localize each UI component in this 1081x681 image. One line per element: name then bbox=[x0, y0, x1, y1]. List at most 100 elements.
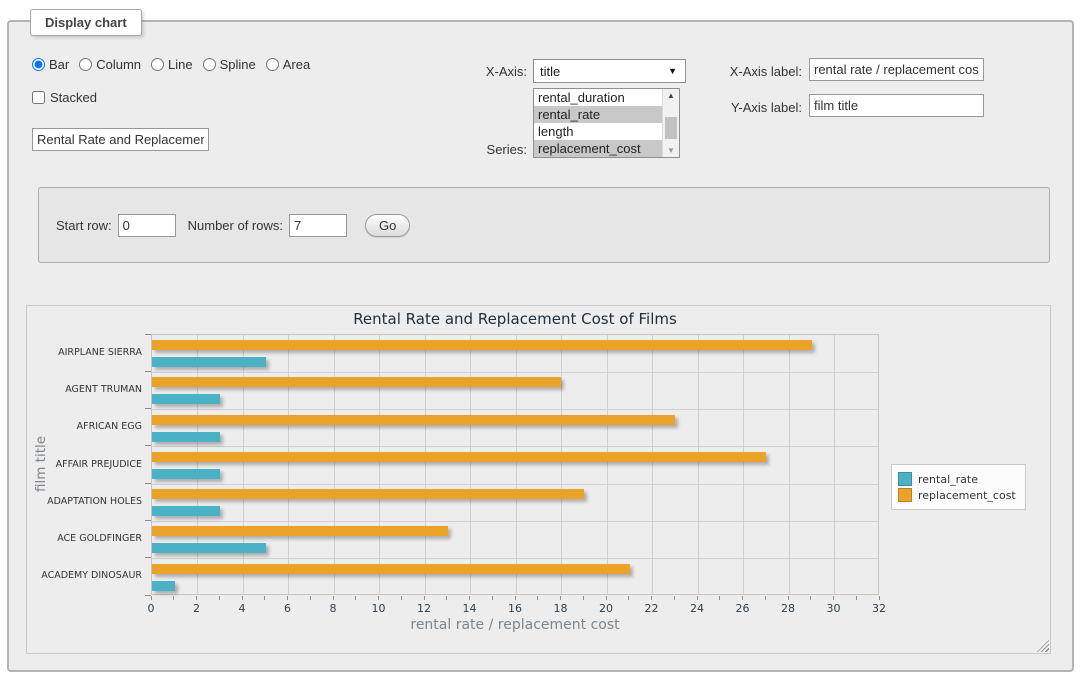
chart-type-option-label: Column bbox=[96, 57, 141, 72]
y-tick-mark bbox=[145, 334, 151, 335]
x-tick-label: 22 bbox=[637, 602, 667, 615]
x-tick-mark bbox=[242, 596, 243, 600]
x-tick-mark bbox=[492, 596, 493, 600]
x-tick-label: 16 bbox=[500, 602, 530, 615]
scrollbar-thumb[interactable] bbox=[665, 117, 677, 139]
category-label: AGENT TRUMAN bbox=[29, 384, 142, 395]
x-tick-mark bbox=[742, 596, 743, 600]
x-tick-mark bbox=[810, 596, 811, 600]
scroll-down-icon[interactable]: ▼ bbox=[663, 146, 679, 155]
gridline-horizontal bbox=[152, 372, 878, 373]
legend-item-replacement_cost: replacement_cost bbox=[898, 488, 1016, 502]
stacked-checkbox[interactable] bbox=[32, 91, 45, 104]
y-tick-mark bbox=[145, 483, 151, 484]
x-axis-select[interactable]: title ▼ bbox=[533, 59, 686, 83]
x-tick-mark bbox=[879, 596, 880, 600]
legend-swatch bbox=[898, 472, 912, 486]
y-axis-label-label: Y-Axis label: bbox=[702, 100, 802, 115]
legend-item-rental_rate: rental_rate bbox=[898, 472, 1016, 486]
x-axis-selected-value: title bbox=[534, 64, 668, 79]
y-axis-label-input[interactable] bbox=[809, 94, 984, 117]
gridline-vertical bbox=[834, 335, 835, 594]
gridline-horizontal bbox=[152, 484, 878, 485]
gridline-vertical bbox=[470, 335, 471, 594]
x-tick-label: 2 bbox=[182, 602, 212, 615]
bar-rental_rate bbox=[152, 357, 266, 367]
x-tick-mark bbox=[401, 596, 402, 600]
x-tick-mark bbox=[310, 596, 311, 600]
chart-type-option-label: Area bbox=[283, 57, 310, 72]
series-option-rental_rate[interactable]: rental_rate bbox=[534, 106, 662, 123]
bar-replacement_cost bbox=[152, 452, 766, 462]
chart-type-radio-line[interactable] bbox=[151, 58, 164, 71]
chart-type-radio-area[interactable] bbox=[266, 58, 279, 71]
chart-type-option-area[interactable]: Area bbox=[266, 57, 310, 72]
legend-label: replacement_cost bbox=[918, 489, 1016, 502]
stacked-checkbox-row[interactable]: Stacked bbox=[32, 90, 97, 105]
start-row-label: Start row: bbox=[56, 218, 112, 233]
chart-type-option-column[interactable]: Column bbox=[79, 57, 141, 72]
select-dropdown-icon: ▼ bbox=[668, 66, 685, 76]
x-tick-mark bbox=[606, 596, 607, 600]
page: Display chart Bar Column Line Spline Area St… bbox=[0, 0, 1081, 681]
y-tick-mark bbox=[145, 445, 151, 446]
chart-type-radio-spline[interactable] bbox=[203, 58, 216, 71]
x-tick-mark bbox=[333, 596, 334, 600]
y-tick-mark bbox=[145, 408, 151, 409]
category-label: AIRPLANE SIERRA bbox=[29, 347, 142, 358]
chart-type-option-bar[interactable]: Bar bbox=[32, 57, 69, 72]
x-tick-label: 28 bbox=[773, 602, 803, 615]
chart-type-option-label: Spline bbox=[220, 57, 256, 72]
series-option-length[interactable]: length bbox=[534, 123, 662, 140]
series-scrollbar[interactable]: ▲ ▼ bbox=[662, 89, 679, 157]
x-tick-mark bbox=[219, 596, 220, 600]
x-tick-mark bbox=[628, 596, 629, 600]
x-tick-mark bbox=[719, 596, 720, 600]
chart-title-input[interactable] bbox=[32, 128, 209, 151]
resize-handle-icon[interactable] bbox=[1037, 640, 1049, 652]
panel-legend: Display chart bbox=[30, 9, 142, 36]
x-tick-mark bbox=[469, 596, 470, 600]
gridline-vertical bbox=[561, 335, 562, 594]
series-option-replacement_cost[interactable]: replacement_cost bbox=[534, 140, 662, 157]
x-tick-mark bbox=[833, 596, 834, 600]
gridline-vertical bbox=[243, 335, 244, 594]
bar-replacement_cost bbox=[152, 415, 675, 425]
go-button[interactable]: Go bbox=[365, 214, 410, 237]
gridline-horizontal bbox=[152, 558, 878, 559]
gridline-horizontal bbox=[152, 409, 878, 410]
scroll-up-icon[interactable]: ▲ bbox=[663, 91, 679, 100]
chart-type-radio-column[interactable] bbox=[79, 58, 92, 71]
row-controls-toolbar: Start row: Number of rows: Go bbox=[38, 187, 1050, 263]
gridline-vertical bbox=[516, 335, 517, 594]
x-tick-label: 14 bbox=[455, 602, 485, 615]
x-tick-label: 24 bbox=[682, 602, 712, 615]
chart-type-option-spline[interactable]: Spline bbox=[203, 57, 256, 72]
x-tick-mark bbox=[151, 596, 152, 600]
bar-rental_rate bbox=[152, 581, 175, 591]
start-row-input[interactable] bbox=[118, 214, 176, 237]
x-axis-label-label: X-Axis label: bbox=[702, 64, 802, 79]
gridline-vertical bbox=[288, 335, 289, 594]
chart-type-radio-bar[interactable] bbox=[32, 58, 45, 71]
num-rows-label: Number of rows: bbox=[188, 218, 283, 233]
num-rows-input[interactable] bbox=[289, 214, 347, 237]
category-label: AFFAIR PREJUDICE bbox=[29, 459, 142, 470]
x-tick-mark bbox=[856, 596, 857, 600]
bar-replacement_cost bbox=[152, 489, 584, 499]
series-multiselect[interactable]: rental_durationrental_ratelengthreplacem… bbox=[533, 88, 680, 158]
stacked-label: Stacked bbox=[50, 90, 97, 105]
series-select-label: Series: bbox=[432, 142, 527, 157]
bar-rental_rate bbox=[152, 394, 220, 404]
x-axis-label-input[interactable] bbox=[809, 58, 984, 81]
bar-rental_rate bbox=[152, 432, 220, 442]
gridline-vertical bbox=[743, 335, 744, 594]
chart-title: Rental Rate and Replacement Cost of Film… bbox=[151, 310, 879, 328]
series-option-rental_duration[interactable]: rental_duration bbox=[534, 89, 662, 106]
x-tick-label: 8 bbox=[318, 602, 348, 615]
chart-type-option-line[interactable]: Line bbox=[151, 57, 193, 72]
display-chart-panel: Display chart BarColumnLineSplineArea St… bbox=[7, 20, 1074, 672]
category-label: AFRICAN EGG bbox=[29, 421, 142, 432]
chart-legend: rental_rate replacement_cost bbox=[891, 464, 1026, 510]
x-tick-label: 6 bbox=[273, 602, 303, 615]
